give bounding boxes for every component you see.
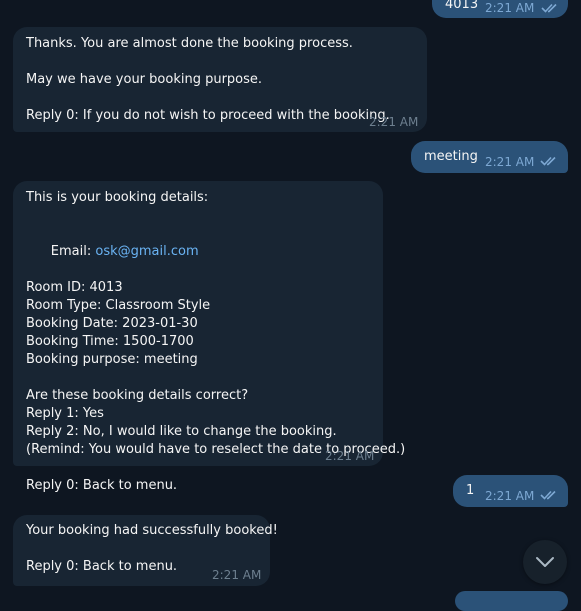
message-text: Reply 2: No, I would like to change the … xyxy=(26,424,337,439)
scroll-to-bottom-button[interactable] xyxy=(523,540,567,584)
message-time: 2:21 AM xyxy=(485,489,535,503)
outgoing-message xyxy=(455,591,568,611)
message-time: 2:21 AM xyxy=(485,1,535,15)
message-text: May we have your booking purpose. xyxy=(26,72,263,87)
incoming-message: Thanks. You are almost done the booking … xyxy=(13,27,427,132)
message-text: Reply 0: Back to menu. xyxy=(26,478,178,493)
message-text: Thanks. You are almost done the booking … xyxy=(26,36,353,51)
email-label: Email: xyxy=(50,244,96,259)
outgoing-message: 1 2:21 AM xyxy=(453,475,568,507)
message-time: 2:21 AM xyxy=(325,449,375,463)
outgoing-message: meeting 2:21 AM xyxy=(411,141,568,173)
message-text: Reply 0: If you do not wish to proceed w… xyxy=(26,108,390,123)
read-double-check-icon xyxy=(541,3,557,13)
room-id-text: Room ID: 4013 xyxy=(26,280,123,295)
incoming-message: This is your booking details: Email: osk… xyxy=(13,181,405,493)
message-time: 2:21 AM xyxy=(485,155,535,169)
email-link[interactable]: osk@gmail.com xyxy=(95,244,198,259)
read-double-check-icon xyxy=(540,490,556,500)
message-text: Reply 1: Yes xyxy=(26,406,104,421)
booking-purpose-text: Booking purpose: meeting xyxy=(26,352,198,367)
message-time: 2:21 AM xyxy=(212,568,262,582)
incoming-message: Your booking had successfully booked! Re… xyxy=(13,515,278,586)
message-text: This is your booking details: xyxy=(26,190,209,205)
read-double-check-icon xyxy=(540,156,556,166)
booking-time-text: Booking Time: 1500-1700 xyxy=(26,334,194,349)
message-text: meeting xyxy=(424,149,478,164)
message-text: Are these booking details correct? xyxy=(26,388,249,403)
room-type-text: Room Type: Classroom Style xyxy=(26,298,211,313)
message-text: 4013 xyxy=(445,0,479,12)
booking-date-text: Booking Date: 2023-01-30 xyxy=(26,316,198,331)
message-text: Your booking had successfully booked! xyxy=(26,523,278,538)
message-text: 1 xyxy=(466,483,475,498)
chevron-down-icon xyxy=(536,557,554,567)
message-time: 2:21 AM xyxy=(369,115,419,129)
outgoing-message: 4013 2:21 AM xyxy=(432,0,568,18)
